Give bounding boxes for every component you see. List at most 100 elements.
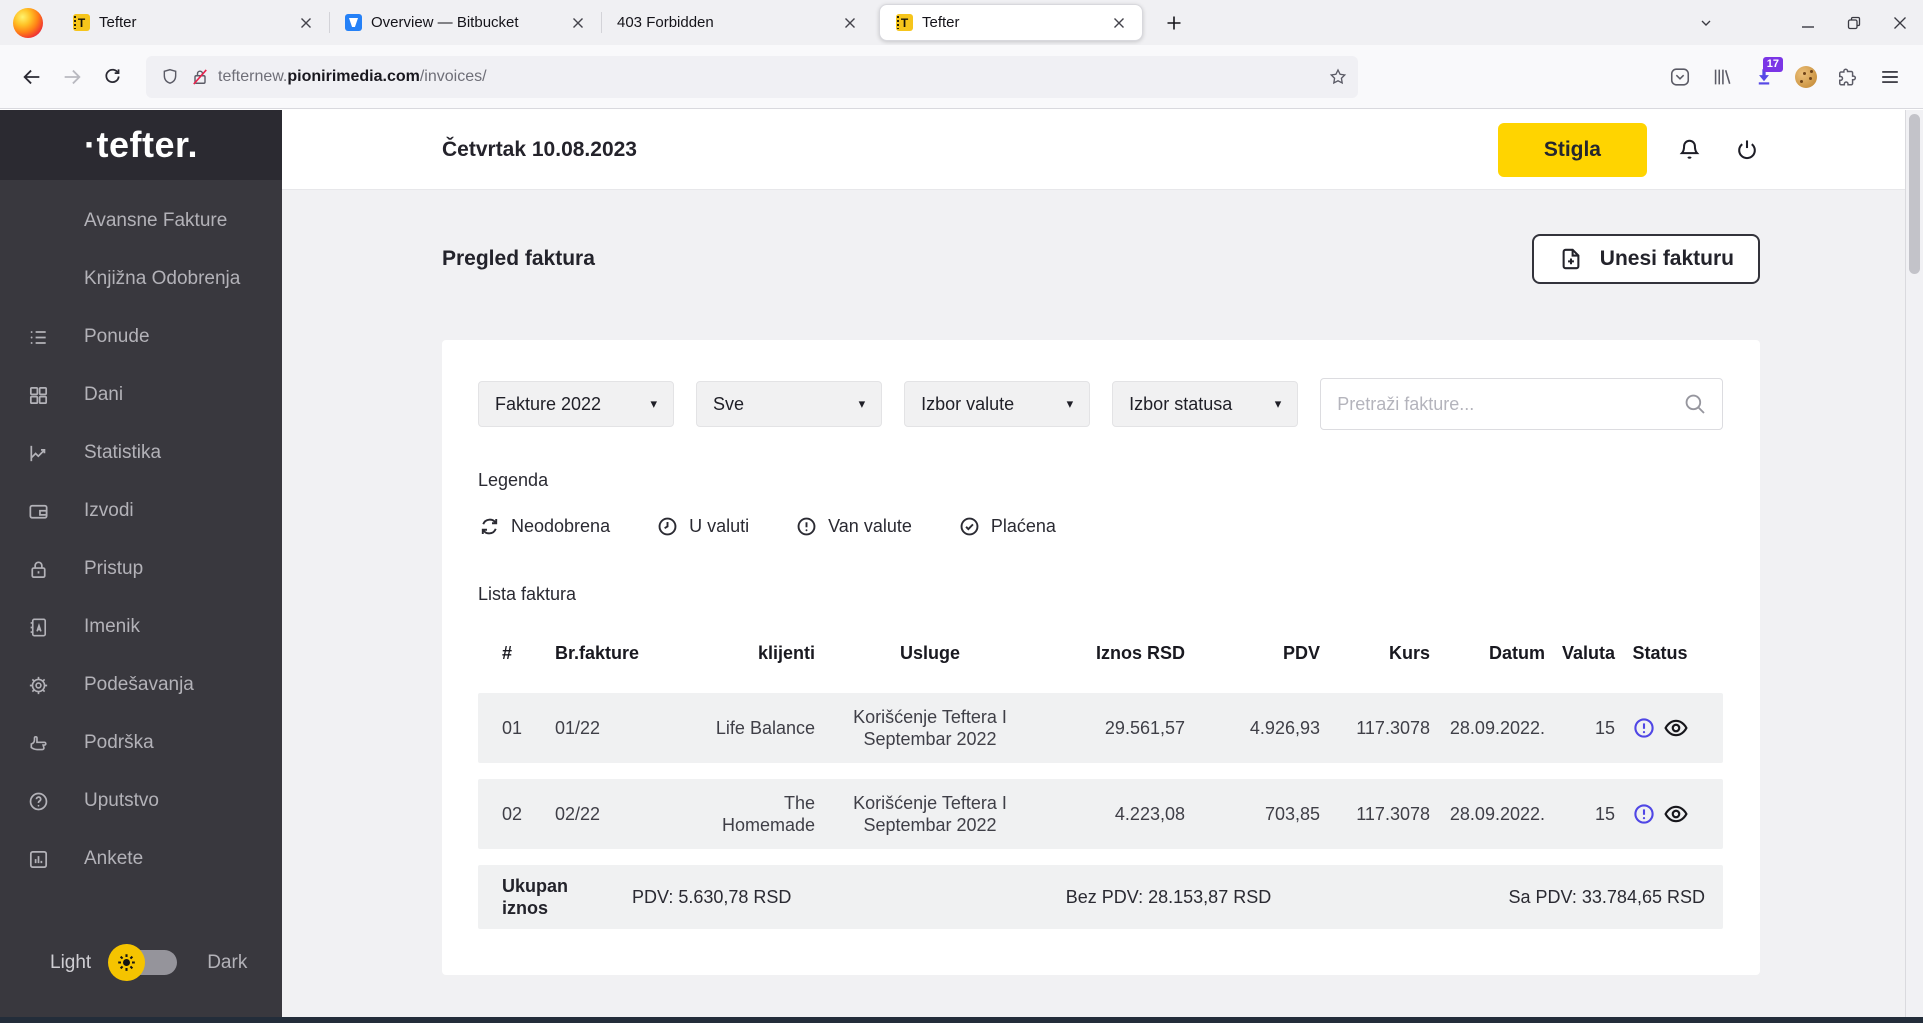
stigla-button[interactable]: Stigla — [1497, 122, 1647, 177]
year-filter-dropdown[interactable]: Fakture 2022 ▾ — [478, 381, 675, 427]
search-input[interactable] — [1337, 393, 1682, 415]
tab-tefter-active[interactable]: T Tefter — [879, 4, 1143, 41]
tab-close-icon[interactable] — [837, 10, 863, 36]
restore-button[interactable] — [1831, 0, 1877, 45]
sidebar-item-pristup[interactable]: Pristup — [0, 540, 282, 598]
status-filter-dropdown[interactable]: Izbor statusa ▾ — [1112, 381, 1299, 427]
lock-icon — [26, 557, 50, 581]
tab-bar: T Tefter Overview — Bitbucket 403 Forbid… — [0, 0, 1923, 45]
no-icon — [26, 209, 50, 233]
list-all-tabs-chevron-icon[interactable] — [1683, 0, 1729, 45]
eye-icon[interactable] — [1663, 715, 1689, 741]
tab-close-icon[interactable] — [1106, 10, 1132, 36]
downloads-icon[interactable]: 17 — [1753, 56, 1783, 88]
main-area: Četvrtak 10.08.2023 Stigla Pregled faktu… — [282, 110, 1923, 1017]
app-header: Četvrtak 10.08.2023 Stigla — [282, 110, 1923, 190]
list-icon — [26, 325, 50, 349]
navigation-bar: tefternew.pionirimedia.com/invoices/ 17 — [0, 45, 1923, 109]
tracking-shield-icon[interactable] — [160, 67, 180, 87]
page-title: Pregled faktura — [442, 247, 595, 270]
extensions-puzzle-icon[interactable] — [1837, 66, 1859, 88]
no-icon — [26, 267, 50, 291]
power-icon[interactable] — [1731, 134, 1763, 166]
eye-icon[interactable] — [1663, 801, 1689, 827]
url-text: tefternew.pionirimedia.com/invoices/ — [218, 67, 487, 85]
legend-item-u-valuti: U valuti — [656, 515, 749, 538]
cookie-extension-icon[interactable] — [1795, 65, 1817, 88]
brand-logo: ·tefter. — [0, 110, 282, 180]
scrollbar-thumb[interactable] — [1909, 114, 1920, 274]
legend-item-van-valute: Van valute — [795, 515, 912, 538]
close-window-button[interactable] — [1877, 0, 1923, 45]
tab-bitbucket[interactable]: Overview — Bitbucket — [329, 0, 601, 45]
invoice-table: # Br.fakture klijenti Usluge Iznos RSD P… — [478, 629, 1723, 929]
tab-title: 403 Forbidden — [617, 14, 714, 31]
sidebar-item-ponude[interactable]: Ponude — [0, 308, 282, 366]
firefox-logo-icon[interactable] — [13, 7, 43, 38]
sidebar-item-ankete[interactable]: Ankete — [0, 830, 282, 888]
chart-icon — [26, 441, 50, 465]
sidebar-item-podrska[interactable]: Podrška — [0, 714, 282, 772]
sidebar-item-dani[interactable]: Dani — [0, 366, 282, 424]
sidebar-item-podesavanja[interactable]: Podešavanja — [0, 656, 282, 714]
gear-icon — [26, 673, 50, 697]
insecure-lock-icon[interactable] — [190, 67, 210, 87]
table-row[interactable]: 02 02/22 The Homemade Korišćenje Teftera… — [478, 779, 1723, 849]
sync-icon — [478, 515, 501, 538]
sidebar-item-imenik[interactable]: Imenik — [0, 598, 282, 656]
van-valute-status-icon — [1632, 716, 1656, 740]
page-content: Pregled faktura Unesi fakturu Fakture 20… — [282, 190, 1760, 975]
search-icon[interactable] — [1682, 391, 1708, 417]
totals-sa-pdv: Sa PDV: 33.784,65 RSD — [1508, 886, 1705, 907]
legend-item-neodobrena: Neodobrena — [478, 515, 610, 538]
pocket-icon[interactable] — [1669, 66, 1691, 88]
tab-close-icon[interactable] — [293, 10, 319, 36]
filters-row: Fakture 2022 ▾ Sve ▾ Izbor valute ▾ Izbo… — [478, 378, 1723, 430]
sidebar-item-knjizna-odobrenja[interactable]: Knjižna Odobrenja — [0, 250, 282, 308]
type-filter-dropdown[interactable]: Sve ▾ — [696, 381, 883, 427]
browser-window: T Tefter Overview — Bitbucket 403 Forbid… — [0, 0, 1923, 1023]
totals-row: Ukupan iznos PDV: 5.630,78 RSD Bez PDV: … — [478, 865, 1723, 929]
help-icon — [26, 789, 50, 813]
sidebar-item-statistika[interactable]: Statistika — [0, 424, 282, 482]
library-icon[interactable] — [1711, 66, 1733, 88]
bell-icon[interactable] — [1673, 134, 1705, 166]
theme-toggle[interactable]: Light Dark — [0, 944, 282, 981]
tab-title: Overview — Bitbucket — [371, 14, 519, 31]
downloads-badge: 17 — [1762, 56, 1783, 72]
sidebar-item-izvodi[interactable]: Izvodi — [0, 482, 282, 540]
document-plus-icon — [1558, 246, 1584, 272]
reload-icon[interactable] — [92, 57, 132, 97]
tab-403-forbidden[interactable]: 403 Forbidden — [601, 0, 873, 45]
grid-icon — [26, 383, 50, 407]
tab-title: Tefter — [922, 14, 960, 31]
bookmark-star-icon[interactable] — [1328, 67, 1348, 87]
tab-close-icon[interactable] — [565, 10, 591, 36]
currency-filter-dropdown[interactable]: Izbor valute ▾ — [904, 381, 1091, 427]
new-tab-button[interactable] — [1157, 6, 1191, 40]
url-bar[interactable]: tefternew.pionirimedia.com/invoices/ — [146, 55, 1358, 98]
wallet-icon — [26, 499, 50, 523]
page-scrollbar[interactable] — [1905, 110, 1923, 1017]
theme-light-label: Light — [50, 951, 92, 973]
menu-hamburger-icon[interactable] — [1879, 66, 1901, 88]
support-hand-icon — [26, 731, 50, 755]
chevron-down-icon: ▾ — [1066, 396, 1074, 411]
bitbucket-favicon — [345, 14, 362, 31]
back-icon[interactable] — [12, 57, 52, 97]
totals-bez-pdv: Bez PDV: 28.153,87 RSD — [1065, 886, 1272, 907]
forward-icon[interactable] — [52, 57, 92, 97]
add-invoice-button[interactable]: Unesi fakturu — [1531, 234, 1760, 284]
sidebar-item-uputstvo[interactable]: Uputstvo — [0, 772, 282, 830]
minimize-button[interactable] — [1785, 0, 1831, 45]
table-row[interactable]: 01 01/22 Life Balance Korišćenje Teftera… — [478, 693, 1723, 763]
van-valute-status-icon — [1632, 802, 1656, 826]
table-header-row: # Br.fakture klijenti Usluge Iznos RSD P… — [502, 642, 1688, 663]
sun-knob-icon[interactable] — [108, 944, 146, 981]
invoice-card: Fakture 2022 ▾ Sve ▾ Izbor valute ▾ Izbo… — [442, 340, 1760, 975]
theme-toggle-track[interactable] — [108, 944, 178, 981]
sidebar-item-avansne-fakture[interactable]: Avansne Fakture — [0, 192, 282, 250]
chevron-down-icon: ▾ — [650, 396, 658, 411]
tab-tefter-1[interactable]: T Tefter — [57, 0, 329, 45]
window-controls — [1683, 0, 1923, 45]
